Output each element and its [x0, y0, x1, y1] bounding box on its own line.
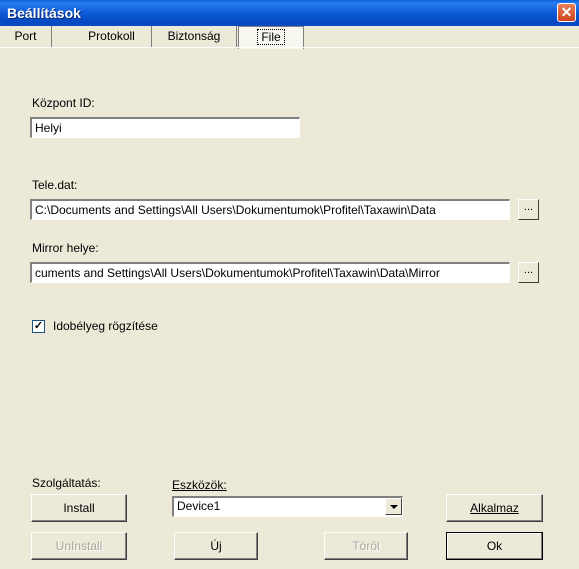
kozpont-id-label: Központ ID: [32, 96, 95, 110]
delete-device-button[interactable]: Töröl [324, 532, 408, 560]
tab-file[interactable]: File [238, 26, 304, 49]
apply-button-label: Alkalmaz [470, 501, 519, 515]
tab-port[interactable]: Port [0, 26, 52, 48]
timestamp-label: Idobélyeg rögzítése [53, 319, 158, 333]
title-bar: Beállítások ✕ [0, 0, 579, 26]
tab-protokoll[interactable]: Protokoll [72, 26, 152, 48]
chevron-down-icon[interactable] [385, 498, 402, 515]
tab-biztonsag[interactable]: Biztonság [152, 26, 237, 48]
uninstall-button[interactable]: UnInstall [31, 532, 127, 560]
mirror-label: Mirror helye: [32, 241, 99, 255]
settings-dialog: Beállítások ✕ Port Protokoll Biztonság F… [0, 0, 579, 569]
mirror-browse-button[interactable]: ... [518, 262, 539, 283]
tele-dat-label: Tele.dat: [32, 178, 78, 192]
ok-button[interactable]: Ok [446, 532, 543, 560]
devices-label-text: Eszközök: [172, 478, 227, 492]
apply-button[interactable]: Alkalmaz [446, 494, 543, 522]
tele-dat-input[interactable]: C:\Documents and Settings\All Users\Doku… [30, 199, 510, 220]
new-device-button[interactable]: Új [174, 532, 258, 560]
install-button[interactable]: Install [31, 494, 127, 522]
service-label: Szolgáltatás: [32, 476, 101, 490]
devices-selected-value: Device1 [177, 499, 221, 513]
devices-label: Eszközök: [172, 478, 227, 492]
timestamp-checkbox[interactable]: ✓ [32, 320, 45, 333]
tab-divider [0, 47, 579, 48]
mirror-input[interactable]: cuments and Settings\All Users\Dokumentu… [30, 262, 510, 283]
tele-dat-browse-button[interactable]: ... [518, 199, 539, 220]
devices-select[interactable]: Device1 [172, 496, 403, 517]
kozpont-id-input[interactable]: Helyi [30, 117, 300, 138]
window-title: Beállítások [7, 5, 81, 21]
close-icon[interactable]: ✕ [557, 3, 576, 22]
